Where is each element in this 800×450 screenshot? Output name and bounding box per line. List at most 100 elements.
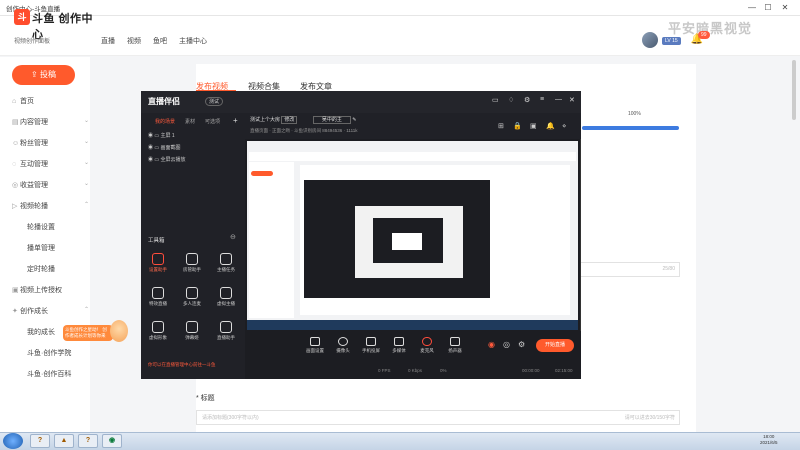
chevron-up-icon: ⌃ xyxy=(84,307,90,313)
nav-yuba[interactable]: 鱼吧 xyxy=(153,36,167,46)
tool-label: 多媒体 xyxy=(392,348,406,353)
message-icon[interactable]: ▭ xyxy=(492,96,499,104)
title-counter: 请可以进去30/150字符 xyxy=(624,415,675,421)
close-button[interactable]: ✕ xyxy=(779,2,791,13)
auth-icon: ▣ xyxy=(12,287,19,294)
sidebar-item-fans[interactable]: ☺粉丝管理 ⌄ xyxy=(12,138,89,148)
nav-video[interactable]: 视频 xyxy=(127,36,141,46)
sidebar-item-content[interactable]: ▤内容管理 ⌄ xyxy=(12,117,89,127)
scene-item[interactable]: ◉ ▭ 主屏 1 xyxy=(148,132,175,139)
sidebar-subitem-carousel-settings[interactable]: 轮播设置 xyxy=(27,222,55,232)
phone-cast-button[interactable]: 手机投屏 xyxy=(359,337,383,354)
start-button[interactable] xyxy=(3,433,23,449)
start-live-button[interactable]: 开始直播 xyxy=(536,339,574,352)
eye-icon[interactable]: ◎ xyxy=(503,340,510,349)
tool-danmaku[interactable]: 弹幕姬 xyxy=(177,321,207,341)
nav-anchor-center[interactable]: 主播中心 xyxy=(179,36,207,46)
tool-live-helper[interactable]: 直播助手 xyxy=(211,321,241,341)
preview-taskbar xyxy=(247,320,578,330)
app-icon[interactable]: ? xyxy=(78,434,98,448)
app-icon[interactable]: ◉ xyxy=(102,434,122,448)
setup-icon xyxy=(152,253,164,265)
effects-icon xyxy=(152,287,164,299)
bitrate-stat: 0 Kbps xyxy=(408,368,423,373)
minimize-icon[interactable]: — xyxy=(555,96,562,103)
cpu-stat: 0% xyxy=(440,368,447,373)
multimedia-button[interactable]: 多媒体 xyxy=(387,337,411,354)
scene-item[interactable]: ◉ ▭ 画面截图 xyxy=(148,144,181,151)
gear-icon[interactable]: ⚙ xyxy=(518,340,525,349)
camera-icon xyxy=(338,337,348,346)
layout-icon[interactable]: ▣ xyxy=(530,122,537,130)
upload-progress-bar xyxy=(582,126,679,130)
sidebar-item-home[interactable]: ⌂ 首页 xyxy=(12,96,34,106)
chevron-up-icon: ⌃ xyxy=(84,202,90,208)
phone-icon xyxy=(366,337,376,346)
tool-effects[interactable]: 特效直播 xyxy=(143,287,173,307)
share-icon[interactable]: ⋄ xyxy=(562,122,566,130)
room-edit-button[interactable]: 修改 xyxy=(281,116,298,124)
tab-materials[interactable]: 素材 xyxy=(185,118,195,125)
speaker-button[interactable]: 扬声器 xyxy=(443,337,467,354)
tool-multi-mic[interactable]: 多人连麦 xyxy=(177,287,207,307)
close-icon[interactable]: ✕ xyxy=(569,96,575,104)
sidebar-item-label: 互动管理 xyxy=(20,161,48,168)
upload-icon: ⇪ xyxy=(31,70,40,79)
sidebar-item-interact[interactable]: ◌ 互动管理 ⌄ xyxy=(12,159,89,169)
tool-setup[interactable]: 设置助手 xyxy=(143,253,173,273)
app-icon[interactable]: ? xyxy=(30,434,50,448)
title-input[interactable]: 请添加标题(300字符以内) 请可以进去30/150字符 xyxy=(196,410,680,425)
screen-capture-button[interactable]: 画面设置 xyxy=(303,337,327,354)
upload-button[interactable]: ⇪ 投稿 xyxy=(12,65,75,85)
collapse-icon[interactable]: ⊖ xyxy=(230,233,236,241)
sidebar-subitem-scheduled[interactable]: 定时轮播 xyxy=(27,264,55,274)
growth-icon: ✦ xyxy=(12,308,18,315)
tab-options[interactable]: 可选项 xyxy=(205,118,220,125)
tool-virtual-anchor[interactable]: 虚拟主播 xyxy=(211,287,241,307)
settings-icon[interactable]: ⚙ xyxy=(524,96,530,104)
maximize-button[interactable]: ☐ xyxy=(762,2,774,13)
record-icon[interactable]: ◉ xyxy=(488,340,495,349)
camera-button[interactable]: 摄像头 xyxy=(331,337,355,354)
shirt-icon[interactable]: ♢ xyxy=(508,96,514,104)
sidebar-item-growth[interactable]: ✦ 创作成长 ⌃ xyxy=(12,306,89,316)
bell-icon[interactable]: 🔔 xyxy=(546,122,555,130)
tool-label: 扬声器 xyxy=(448,348,462,353)
people-icon xyxy=(186,287,198,299)
nav-live[interactable]: 直播 xyxy=(101,36,115,46)
tool-anchor-task[interactable]: 主播任务 xyxy=(211,253,241,273)
menu-icon[interactable]: ≡ xyxy=(540,96,544,103)
logo[interactable]: 斗 斗鱼 创作中心 视频创作面板 xyxy=(14,8,94,45)
grid-icon[interactable]: ⊞ xyxy=(498,122,504,130)
lock-icon[interactable]: 🔒 xyxy=(513,122,522,130)
tab-my-scenes[interactable]: 我的场景 xyxy=(155,118,175,125)
add-scene-icon[interactable]: + xyxy=(233,116,238,125)
app-icon[interactable]: ▲ xyxy=(54,434,74,448)
scene-item[interactable]: ◉ ▭ 全屏云播放 xyxy=(148,156,186,163)
avatar[interactable] xyxy=(642,32,658,48)
room-category[interactable]: 吴中的主 xyxy=(312,116,351,124)
microphone-button[interactable]: 麦克风 xyxy=(415,337,439,354)
minimize-button[interactable]: — xyxy=(746,2,758,13)
tool-virtual-avatar[interactable]: 虚拟形象 xyxy=(143,321,173,341)
tool-label: 特效直播 xyxy=(149,301,167,306)
sidebar-subitem-my-growth[interactable]: 我的成长 xyxy=(27,327,55,337)
sidebar-item-upload-auth[interactable]: ▣视频上传授权 xyxy=(12,285,62,295)
sidebar-item-income[interactable]: ◎ 收益管理 ⌄ xyxy=(12,180,89,190)
speaker-icon xyxy=(450,337,460,346)
sidebar-item-label: 视频上传授权 xyxy=(20,287,62,294)
sidebar-item-label: 我的成长 xyxy=(27,329,55,336)
header-subtitle: 视频创作面板 xyxy=(14,39,51,45)
mascot-image xyxy=(110,320,128,342)
tool-label: 虚拟形象 xyxy=(149,335,167,340)
sidebar-subitem-academy[interactable]: 斗鱼·创作学院 xyxy=(27,348,71,358)
sidebar-subitem-playlist[interactable]: 播单管理 xyxy=(27,243,55,253)
version-badge[interactable]: 测试 xyxy=(205,97,224,106)
room-title[interactable]: 测试上个大房 修改 吴中的主 ✎ xyxy=(250,116,356,124)
tool-room-admin[interactable]: 房管助手 xyxy=(177,253,207,273)
sidebar-subitem-wiki[interactable]: 斗鱼·创作百科 xyxy=(27,369,71,379)
growth-tooltip: 斗鱼创作之星动！ 创作者成长计划等你来 xyxy=(63,325,113,341)
sidebar-item-video-carousel[interactable]: ▷ 视频轮播 ⌃ xyxy=(12,201,89,211)
page-scrollbar[interactable] xyxy=(792,60,796,120)
edit-icon[interactable]: ✎ xyxy=(352,117,356,123)
